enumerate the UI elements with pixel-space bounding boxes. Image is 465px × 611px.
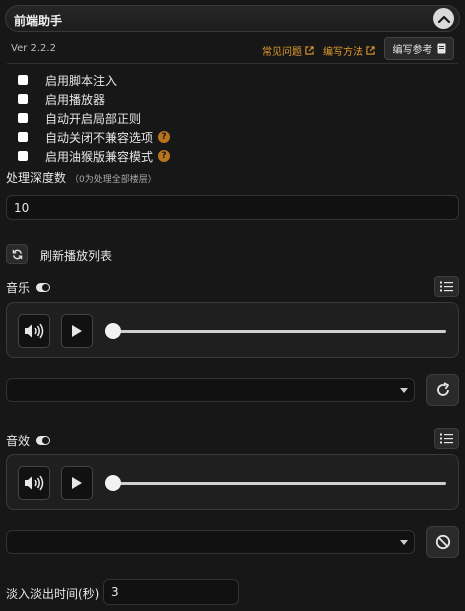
checkbox[interactable] [18,113,28,123]
sfx-progress-thumb[interactable] [105,475,121,491]
option-player[interactable]: 启用播放器 [18,92,106,107]
sfx-select[interactable] [6,530,415,554]
music-section-header: 音乐 [6,279,51,296]
checkbox[interactable] [18,75,28,85]
music-playlist-button[interactable] [434,276,459,297]
reference-button[interactable]: 编写参考 [384,37,454,60]
reference-button-label: 编写参考 [392,45,433,56]
fade-value: 3 [111,585,119,599]
sfx-toggle[interactable] [36,436,51,445]
checkbox[interactable] [18,132,28,142]
version-label: Ver 2.2.2 [11,43,56,54]
refresh-icon [12,249,22,259]
option-label: 启用油猴版兼容模式 [45,149,154,164]
play-icon [72,325,82,337]
refresh-playlist-button[interactable] [6,244,28,264]
music-select[interactable] [6,378,415,402]
sfx-progress-track[interactable] [112,482,446,485]
app-title: 前端助手 [14,14,63,28]
help-icon[interactable]: ? [158,150,171,162]
ban-icon [435,534,450,550]
music-progress-thumb[interactable] [105,323,121,339]
sfx-play-button[interactable] [61,466,93,500]
music-play-button[interactable] [61,314,93,348]
play-icon [72,477,82,489]
book-icon [437,43,445,54]
sfx-label: 音效 [6,434,31,448]
collapse-button[interactable] [433,8,454,29]
music-progress-track[interactable] [112,330,446,333]
option-label: 启用脚本注入 [45,73,118,88]
depth-hint: （0为处理全部楼层） [70,175,157,185]
fade-label: 淡入淡出时间(秒) [6,587,100,601]
checkbox[interactable] [18,94,28,104]
option-tampermonkey-compat[interactable]: 启用油猴版兼容模式 ? [18,149,171,164]
option-auto-disable-incompatible[interactable]: 自动关闭不兼容选项 ? [18,130,171,145]
refresh-playlist-label: 刷新播放列表 [40,249,113,263]
howto-link-label: 编写方法 [323,47,363,58]
howto-link[interactable]: 编写方法 [323,43,375,58]
sfx-section-header: 音效 [6,432,51,449]
checkbox[interactable] [18,151,28,161]
sfx-playlist-button[interactable] [434,428,459,449]
sfx-volume-button[interactable] [18,466,50,500]
list-icon [440,281,453,292]
header-divider [7,63,458,64]
faq-link-label: 常见问题 [262,47,302,58]
music-player [6,302,459,358]
music-toggle[interactable] [36,283,51,292]
depth-label-row: 处理深度数 （0为处理全部楼层） [6,169,157,186]
fade-input[interactable]: 3 [103,579,239,605]
external-link-icon [305,46,314,55]
option-label: 自动关闭不兼容选项 [45,130,154,145]
title-bar[interactable]: 前端助手 [5,5,460,32]
option-script-injection[interactable]: 启用脚本注入 [18,73,118,88]
volume-icon [25,475,44,491]
music-label: 音乐 [6,281,31,295]
music-volume-button[interactable] [18,314,50,348]
depth-value: 10 [14,200,30,215]
volume-icon [25,323,44,339]
music-reload-button[interactable] [426,374,459,406]
list-icon [440,433,453,444]
chevron-up-icon [437,15,450,23]
option-local-regex[interactable]: 自动开启局部正则 [18,111,142,126]
depth-input[interactable]: 10 [6,195,459,220]
sfx-stop-button[interactable] [426,526,459,558]
depth-label: 处理深度数 [6,171,67,185]
sfx-player [6,454,459,510]
reload-icon [436,382,449,396]
help-icon[interactable]: ? [158,131,171,143]
external-link-icon [366,46,375,55]
chevron-down-icon [400,540,408,545]
option-label: 自动开启局部正则 [45,111,142,126]
faq-link[interactable]: 常见问题 [262,43,314,58]
option-label: 启用播放器 [45,92,106,107]
chevron-down-icon [400,388,408,393]
